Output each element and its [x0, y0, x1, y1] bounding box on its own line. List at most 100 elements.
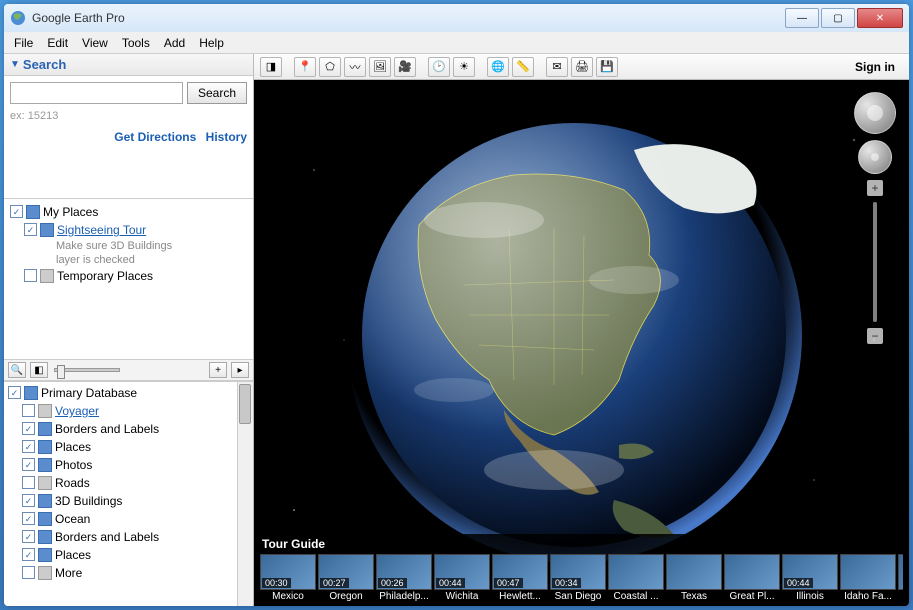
close-button[interactable]: ✕ [857, 8, 903, 28]
tour-item[interactable]: Coastal ... [608, 554, 664, 602]
minimize-button[interactable]: — [785, 8, 819, 28]
tour-label: Great Pl... [724, 591, 780, 602]
main-area: ◨ 📍 ⬠ 〰 🖼 🎥 🕑 ☀ 🌐 📏 ✉ 🖨 💾 Sign in [254, 54, 909, 606]
sightseeing-tour[interactable]: Sightseeing Tour [57, 222, 146, 238]
checkbox[interactable] [22, 422, 35, 435]
checkbox[interactable] [22, 404, 35, 417]
primary-database[interactable]: Primary Database [41, 385, 137, 401]
menu-edit[interactable]: Edit [41, 34, 74, 52]
email-icon[interactable]: ✉ [546, 57, 568, 77]
tour-item[interactable]: 00:30Mexico [260, 554, 316, 602]
path-icon[interactable]: 〰 [344, 57, 366, 77]
earth-viewer[interactable]: + − Tour Guide 00:30Mexico00:27Oregon00:… [254, 80, 909, 606]
zoom-out-button[interactable]: − [867, 328, 883, 344]
play-tour-button[interactable]: ▸ [231, 362, 249, 378]
tour-item[interactable]: Great Pl... [724, 554, 780, 602]
layer-label[interactable]: Photos [55, 457, 92, 473]
layer-label[interactable]: Roads [55, 475, 90, 491]
checkbox[interactable] [22, 494, 35, 507]
hide-sidebar-icon[interactable]: ◨ [260, 57, 282, 77]
layer-label[interactable]: Places [55, 439, 91, 455]
menu-help[interactable]: Help [193, 34, 230, 52]
get-directions-link[interactable]: Get Directions [114, 130, 196, 144]
checkbox[interactable] [8, 386, 21, 399]
layer-row[interactable]: Borders and Labels [4, 420, 253, 438]
layer-row[interactable]: 3D Buildings [4, 492, 253, 510]
search-input[interactable] [10, 82, 183, 104]
tour-guide-title: Tour Guide [260, 536, 903, 554]
earth-globe[interactable] [254, 80, 909, 590]
temporary-places[interactable]: Temporary Places [57, 268, 153, 284]
tour-item[interactable]: 00:44Wichita [434, 554, 490, 602]
checkbox[interactable] [24, 269, 37, 282]
zoom-in-button[interactable]: + [867, 180, 883, 196]
scrollbar[interactable] [237, 382, 253, 606]
save-image-icon[interactable]: 💾 [596, 57, 618, 77]
layer-label[interactable]: Places [55, 547, 91, 563]
tour-item[interactable]: Texas [666, 554, 722, 602]
tour-item[interactable]: Uni [898, 554, 903, 602]
layer-label[interactable]: Borders and Labels [55, 421, 159, 437]
checkbox[interactable] [24, 223, 37, 236]
search-button[interactable]: Search [187, 82, 247, 104]
zoom-slider[interactable] [873, 202, 877, 322]
move-joystick[interactable] [858, 140, 892, 174]
checkbox[interactable] [22, 440, 35, 453]
opacity-slider[interactable] [54, 368, 120, 372]
tour-thumbnail [840, 554, 896, 590]
polygon-icon[interactable]: ⬠ [319, 57, 341, 77]
checkbox[interactable] [22, 512, 35, 525]
layer-label[interactable]: Ocean [55, 511, 90, 527]
menu-tools[interactable]: Tools [116, 34, 156, 52]
placemark-icon[interactable]: 📍 [294, 57, 316, 77]
checkbox[interactable] [22, 548, 35, 561]
signin-button[interactable]: Sign in [847, 60, 903, 74]
layer-row[interactable]: Places [4, 546, 253, 564]
maximize-button[interactable]: ▢ [821, 8, 855, 28]
layer-row[interactable]: More [4, 564, 253, 582]
history-icon[interactable]: 🕑 [428, 57, 450, 77]
layer-row[interactable]: Photos [4, 456, 253, 474]
menu-file[interactable]: File [8, 34, 39, 52]
tour-item[interactable]: Idaho Fa... [840, 554, 896, 602]
record-tour-icon[interactable]: 🎥 [394, 57, 416, 77]
layer-row[interactable]: Roads [4, 474, 253, 492]
tour-item[interactable]: 00:26Philadelp... [376, 554, 432, 602]
opacity-icon[interactable]: ◧ [30, 362, 48, 378]
checkbox[interactable] [10, 205, 23, 218]
layer-row[interactable]: Borders and Labels [4, 528, 253, 546]
checkbox[interactable] [22, 476, 35, 489]
menu-view[interactable]: View [76, 34, 114, 52]
menu-add[interactable]: Add [158, 34, 191, 52]
layer-label[interactable]: Voyager [55, 403, 99, 419]
layer-row[interactable]: Ocean [4, 510, 253, 528]
layer-label[interactable]: More [55, 565, 82, 581]
tour-thumbnail: 00:30 [260, 554, 316, 590]
checkbox[interactable] [22, 458, 35, 471]
sun-icon[interactable]: ☀ [453, 57, 475, 77]
search-places-icon[interactable]: 🔍 [8, 362, 26, 378]
tour-item[interactable]: 00:44Illinois [782, 554, 838, 602]
tour-thumbnail [608, 554, 664, 590]
tour-item[interactable]: 00:47Hewlett... [492, 554, 548, 602]
layer-icon [38, 512, 52, 526]
tour-label: Coastal ... [608, 591, 664, 602]
planet-icon[interactable]: 🌐 [487, 57, 509, 77]
look-joystick[interactable] [854, 92, 896, 134]
layer-icon [38, 530, 52, 544]
checkbox[interactable] [22, 530, 35, 543]
checkbox[interactable] [22, 566, 35, 579]
history-link[interactable]: History [206, 130, 247, 144]
ruler-icon[interactable]: 📏 [512, 57, 534, 77]
add-folder-button[interactable]: + [209, 362, 227, 378]
tour-item[interactable]: 00:27Oregon [318, 554, 374, 602]
tour-item[interactable]: 00:34San Diego [550, 554, 606, 602]
search-header[interactable]: ▼ Search [4, 54, 253, 76]
layer-row[interactable]: Places [4, 438, 253, 456]
layer-label[interactable]: 3D Buildings [55, 493, 122, 509]
layer-label[interactable]: Borders and Labels [55, 529, 159, 545]
image-overlay-icon[interactable]: 🖼 [369, 57, 391, 77]
print-icon[interactable]: 🖨 [571, 57, 593, 77]
layer-row[interactable]: Voyager [4, 402, 253, 420]
my-places[interactable]: My Places [43, 204, 98, 220]
